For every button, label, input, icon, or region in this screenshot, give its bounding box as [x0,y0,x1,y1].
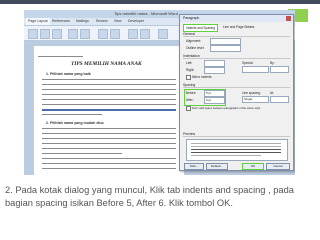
preview-line [191,152,281,153]
window-title: Tips memilih nama - Microsoft Word [114,11,178,16]
outline-level-select[interactable] [210,45,241,52]
ribbon-button[interactable] [158,29,168,39]
dialog-title: Paragraph [183,16,200,20]
ok-button[interactable]: OK [242,163,264,170]
right-indent-label: Right: [186,68,195,72]
text-line [42,79,176,81]
default-button[interactable]: Default... [206,163,228,170]
ribbon-button[interactable] [98,29,108,39]
before-label: Before: [186,91,197,95]
text-line [42,168,176,170]
at-label: At: [270,91,274,95]
before-spacing-field[interactable]: 5 pt [204,90,225,97]
ribbon-button[interactable] [68,29,78,39]
text-line [42,133,176,135]
at-field[interactable] [270,96,289,103]
tab-line-and-page-breaks[interactable]: Line and Page Breaks [221,24,256,30]
top-accent-bar [0,0,320,4]
mirror-indents-checkbox[interactable] [186,75,191,80]
text-line [38,56,83,58]
left-indent-field[interactable] [204,60,225,67]
text-line [42,138,176,140]
preview-line [191,149,281,150]
after-label: After: [186,98,194,102]
text-line [42,114,102,116]
word-screenshot: Tips memilih nama - Microsoft Word Page … [24,10,295,175]
text-line [42,104,176,106]
after-spacing-field[interactable]: 6 pt [204,97,225,104]
text-line [42,143,176,145]
paragraph-preview [186,139,288,161]
text-line [42,148,176,150]
paragraph-dialog: Paragraph Indents and Spacing Line and P… [179,14,294,171]
preview-line [191,146,281,147]
alignment-label: Alignment: [186,39,202,43]
ribbon-button[interactable] [52,29,62,39]
ribbon-button[interactable] [110,29,120,39]
ribbon-button[interactable] [140,29,150,39]
dialog-titlebar: Paragraph [180,15,293,22]
text-line [42,163,176,165]
line-spacing-label: Line spacing: [242,91,261,95]
close-icon[interactable] [286,16,291,21]
instruction-caption: 2. Pada kotak dialog yang muncul, Klik t… [5,185,294,208]
text-line [42,89,176,91]
ribbon-button[interactable] [28,29,38,39]
dont-add-space-label: Don't add space between paragraphs of th… [192,106,261,110]
text-line [42,128,176,130]
text-line [42,158,176,160]
tab-view[interactable]: View [114,18,122,25]
divider [183,87,290,88]
tab-page-layout[interactable]: Page Layout [26,18,50,25]
special-label: Special: [242,61,254,65]
tabs-button[interactable]: Tabs... [184,163,204,170]
section-heading: 1. Pilihlah nama yang baik [46,72,91,76]
document-title: TIPS MEMILIH NAMA ANAK [71,61,142,67]
right-indent-field[interactable] [204,67,225,74]
text-line [42,94,176,96]
divider [183,136,290,137]
cancel-button[interactable]: Cancel [266,163,290,170]
preview-line [191,155,261,156]
mirror-indents-label: Mirror indents [192,75,212,79]
special-select[interactable] [242,66,269,73]
left-indent-label: Left: [186,61,193,65]
outline-level-label: Outline level: [186,46,205,50]
tab-references[interactable]: References [52,18,70,25]
ribbon-button[interactable] [40,29,50,39]
text-line [42,153,122,155]
tab-mailings[interactable]: Mailings [76,18,89,25]
divider [183,36,290,37]
line-spacing-select[interactable]: Single [242,96,269,103]
document-page[interactable]: TIPS MEMILIH NAMA ANAK 1. Pilihlah nama … [34,46,184,175]
tab-indents-and-spacing[interactable]: Indents and Spacing [183,24,219,32]
dont-add-space-checkbox[interactable] [186,106,191,111]
by-field[interactable] [270,66,289,73]
selected-text-line [42,109,176,111]
ribbon-button[interactable] [128,29,138,39]
alignment-select[interactable] [210,38,241,45]
tab-developer[interactable]: Developer [128,18,144,25]
divider [183,58,290,59]
by-label: By: [270,61,275,65]
section-heading: 2. Pilihlah nama yang mudah diuc [46,121,104,125]
preview-line [191,143,281,144]
ribbon-button[interactable] [80,29,90,39]
text-line [42,84,176,86]
tab-review[interactable]: Review [96,18,107,25]
text-line [42,99,176,101]
